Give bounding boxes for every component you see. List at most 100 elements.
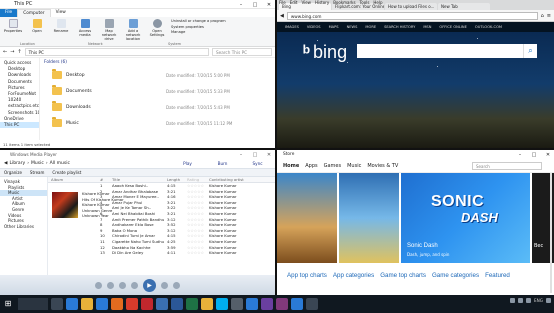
open-settings-button[interactable]: Open Settings: [147, 19, 167, 44]
create-playlist-button[interactable]: Create playlist: [52, 170, 81, 175]
tab-computer[interactable]: Computer: [17, 9, 51, 17]
search-input[interactable]: Search This PC: [212, 48, 272, 56]
media-player-icon[interactable]: [156, 298, 168, 310]
scrollbar[interactable]: [550, 173, 552, 293]
start-button[interactable]: ⊞: [1, 297, 15, 311]
search-icon[interactable]: ⌕: [523, 44, 537, 58]
access-media-button[interactable]: Access media: [75, 19, 95, 44]
word-icon[interactable]: [171, 298, 183, 310]
library-nav-item[interactable]: Other Libraries: [0, 224, 47, 230]
menu-icon[interactable]: ≡: [547, 13, 551, 19]
close-button[interactable]: ✕: [265, 2, 273, 8]
menu-item[interactable]: Edit: [290, 0, 298, 5]
breadcrumb-all-music[interactable]: All music: [50, 161, 70, 166]
menu-item[interactable]: Help: [373, 0, 382, 5]
bing-nav-link[interactable]: OUTLOOK.COM: [475, 25, 502, 29]
maximize-button[interactable]: □: [251, 152, 259, 158]
store-link[interactable]: App categories: [333, 272, 374, 279]
tab-burn[interactable]: Burn: [205, 159, 240, 169]
store-nav-home[interactable]: Home: [283, 163, 299, 169]
column-artist[interactable]: Contributing artist: [209, 177, 275, 182]
bing-nav-link[interactable]: MORE: [365, 25, 376, 29]
forward-icon[interactable]: →: [10, 49, 14, 55]
system-properties-link[interactable]: System properties: [171, 25, 226, 30]
minimize-button[interactable]: –: [237, 152, 245, 158]
volume-icon[interactable]: [517, 298, 523, 303]
bing-nav-link[interactable]: SEARCH HISTORY: [384, 25, 415, 29]
bing-nav-link[interactable]: MSN: [423, 25, 431, 29]
store-link[interactable]: Featured: [485, 272, 510, 279]
column-rating[interactable]: Rating: [187, 177, 209, 182]
store-search-input[interactable]: Search: [472, 162, 542, 170]
featured-tile[interactable]: [339, 173, 399, 263]
excel-icon[interactable]: [186, 298, 198, 310]
folder-item[interactable]: Desktop Date modified: 7/20/15 5:00 PM: [44, 67, 271, 83]
next-icon[interactable]: [161, 281, 168, 289]
tab-file[interactable]: File: [0, 9, 18, 17]
tab-sync[interactable]: Sync: [240, 159, 275, 169]
featured-tile[interactable]: [277, 173, 337, 263]
menu-item[interactable]: View: [301, 0, 311, 5]
store-nav-apps[interactable]: Apps: [305, 163, 317, 169]
network-icon[interactable]: [509, 298, 515, 303]
menu-item[interactable]: History: [315, 0, 329, 5]
column-title[interactable]: Title: [112, 177, 167, 182]
bing-nav-link[interactable]: OFFICE ONLINE: [439, 25, 466, 29]
store-nav-music[interactable]: Music: [347, 163, 361, 169]
back-icon[interactable]: ←: [3, 49, 7, 55]
add-network-location-button[interactable]: Add a network location: [123, 19, 143, 44]
task-view-icon[interactable]: [51, 298, 63, 310]
browser-tab[interactable]: How to upload Files o...: [385, 3, 437, 10]
explorer-icon[interactable]: [81, 298, 93, 310]
photos-icon[interactable]: [261, 298, 273, 310]
firefox-icon[interactable]: [111, 298, 123, 310]
tab-view[interactable]: View: [51, 9, 71, 17]
breadcrumb-music[interactable]: Music: [31, 161, 44, 166]
menu-item[interactable]: Bookmarks: [333, 0, 355, 5]
store-icon[interactable]: [96, 298, 108, 310]
shuffle-icon[interactable]: [95, 281, 102, 289]
skype-icon[interactable]: [216, 298, 228, 310]
notification-icon[interactable]: [546, 298, 551, 303]
featured-tile-sonic-dash[interactable]: SONIC DASH Sonic Dash Dash, jump, and sp…: [401, 173, 530, 263]
map-drive-button[interactable]: Map network drive: [99, 19, 119, 44]
column-album[interactable]: Album: [48, 177, 100, 182]
group-header[interactable]: Folders (6): [44, 60, 271, 65]
repeat-icon[interactable]: [107, 281, 114, 289]
snap-divider-horizontal[interactable]: [0, 148, 554, 150]
mail-icon[interactable]: [246, 298, 258, 310]
close-button[interactable]: ✕: [544, 152, 552, 158]
play-button[interactable]: ▶: [143, 278, 156, 292]
store-link[interactable]: Game top charts: [380, 272, 426, 279]
settings-icon[interactable]: [231, 298, 243, 310]
column-number[interactable]: #: [100, 177, 112, 182]
uninstall-program-link[interactable]: Uninstall or change a program: [171, 19, 226, 24]
folder-item[interactable]: Music Date modified: 7/20/15 11:12 PM: [44, 115, 271, 131]
menu-item[interactable]: File: [279, 0, 286, 5]
manage-link[interactable]: Manage: [171, 30, 226, 35]
back-icon[interactable]: ◀: [4, 161, 7, 166]
bing-nav-link[interactable]: NEWS: [347, 25, 358, 29]
home-icon[interactable]: ⌂: [541, 13, 544, 19]
minimize-button[interactable]: –: [516, 152, 524, 158]
up-icon[interactable]: ↑: [17, 49, 21, 55]
minimize-button[interactable]: –: [237, 2, 245, 8]
open-button[interactable]: Open: [27, 19, 47, 44]
rename-button[interactable]: Rename: [51, 19, 71, 44]
chrome-icon[interactable]: [126, 298, 138, 310]
bing-nav-link[interactable]: IMAGES: [285, 25, 299, 29]
store-nav-games[interactable]: Games: [324, 163, 342, 169]
close-button[interactable]: ✕: [265, 152, 273, 158]
onenote-icon[interactable]: [276, 298, 288, 310]
browser-tab[interactable]: New Tab: [438, 3, 490, 10]
language-indicator[interactable]: ENG: [534, 298, 543, 303]
menu-item[interactable]: Tools: [360, 0, 370, 5]
calendar-icon[interactable]: [291, 298, 303, 310]
folder-item[interactable]: Documents Date modified: 7/20/15 5:33 PM: [44, 83, 271, 99]
store-link[interactable]: App top charts: [287, 272, 327, 279]
column-length[interactable]: Length: [167, 177, 187, 182]
bing-search-input[interactable]: ⌕: [357, 44, 537, 58]
app-icon[interactable]: [306, 298, 318, 310]
previous-icon[interactable]: [131, 281, 138, 289]
volume-icon[interactable]: [173, 281, 180, 289]
